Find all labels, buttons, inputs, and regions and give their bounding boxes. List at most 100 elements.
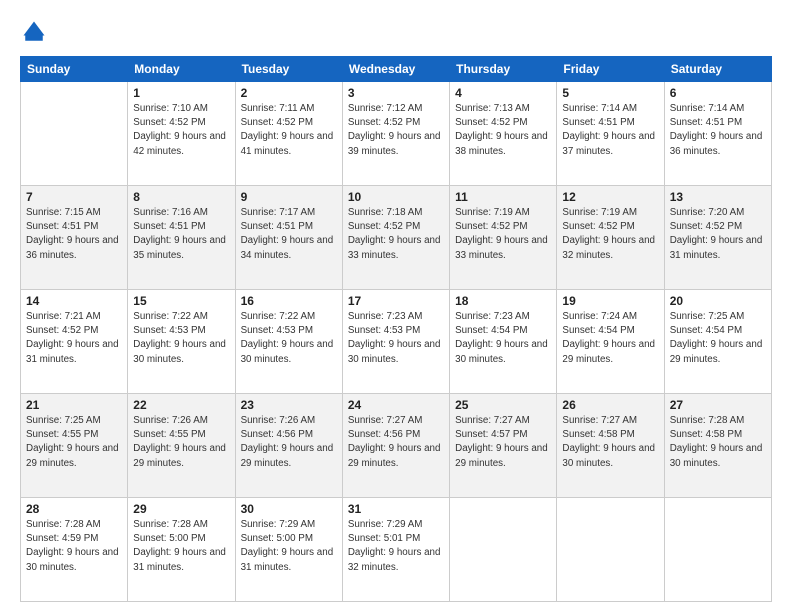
day-number: 8 [133,190,229,204]
calendar-cell: 5Sunrise: 7:14 AM Sunset: 4:51 PM Daylig… [557,82,664,186]
weekday-header-row: SundayMondayTuesdayWednesdayThursdayFrid… [21,57,772,82]
day-number: 16 [241,294,337,308]
calendar-cell: 22 Sunrise: 7:26 AM Sunset: 4:55 PM Dayli… [128,394,235,498]
calendar-cell: 31 Sunrise: 7:29 AM Sunset: 5:01 PM Dayli… [342,498,449,602]
calendar-cell: 1Sunrise: 7:10 AM Sunset: 4:52 PM Daylig… [128,82,235,186]
day-info: Sunrise: 7:28 AM Sunset: 5:00 PM Dayligh… [133,518,229,575]
calendar-cell: 19 Sunrise: 7:24 AM Sunset: 4:54 PM Dayli… [557,290,664,394]
day-number: 30 [241,502,337,516]
calendar-cell: 28 Sunrise: 7:28 AM Sunset: 4:59 PM Dayli… [21,498,128,602]
weekday-header-wednesday: Wednesday [342,57,449,82]
calendar-cell [664,498,771,602]
day-info: Sunrise: 7:23 AM Sunset: 4:54 PM Dayligh… [455,310,551,367]
calendar-cell: 30 Sunrise: 7:29 AM Sunset: 5:00 PM Dayli… [235,498,342,602]
day-number: 11 [455,190,551,204]
day-info: Sunrise: 7:26 AM Sunset: 4:56 PM Dayligh… [241,414,337,471]
day-info: Sunrise: 7:18 AM Sunset: 4:52 PM Dayligh… [348,206,444,263]
day-info: Sunrise: 7:19 AM Sunset: 4:52 PM Dayligh… [455,206,551,263]
day-number: 20 [670,294,766,308]
calendar-cell [21,82,128,186]
calendar-cell: 2 Sunrise: 7:11 AM Sunset: 4:52 PM Daylig… [235,82,342,186]
calendar-cell: 3 Sunrise: 7:12 AM Sunset: 4:52 PM Daylig… [342,82,449,186]
day-info: Sunrise: 7:27 AM Sunset: 4:57 PM Dayligh… [455,414,551,471]
day-info: Sunrise: 7:24 AM Sunset: 4:54 PM Dayligh… [562,310,658,367]
day-info: Sunrise: 7:10 AM Sunset: 4:52 PM Dayligh… [133,102,229,159]
weekday-header-monday: Monday [128,57,235,82]
calendar-cell: 25 Sunrise: 7:27 AM Sunset: 4:57 PM Dayli… [450,394,557,498]
day-info: Sunrise: 7:11 AM Sunset: 4:52 PM Dayligh… [241,102,337,159]
day-info: Sunrise: 7:22 AM Sunset: 4:53 PM Dayligh… [241,310,337,367]
calendar-cell: 18Sunrise: 7:23 AM Sunset: 4:54 PM Dayli… [450,290,557,394]
day-info: Sunrise: 7:19 AM Sunset: 4:52 PM Dayligh… [562,206,658,263]
day-number: 25 [455,398,551,412]
day-number: 2 [241,86,337,100]
day-number: 31 [348,502,444,516]
day-number: 22 [133,398,229,412]
day-number: 3 [348,86,444,100]
day-number: 29 [133,502,229,516]
day-info: Sunrise: 7:14 AM Sunset: 4:51 PM Dayligh… [670,102,766,159]
header [20,18,772,46]
calendar-cell: 10 Sunrise: 7:18 AM Sunset: 4:52 PM Dayli… [342,186,449,290]
calendar-cell [450,498,557,602]
calendar-week-5: 28 Sunrise: 7:28 AM Sunset: 4:59 PM Dayli… [21,498,772,602]
weekday-header-tuesday: Tuesday [235,57,342,82]
calendar-cell: 8 Sunrise: 7:16 AM Sunset: 4:51 PM Daylig… [128,186,235,290]
day-number: 12 [562,190,658,204]
calendar-cell: 15Sunrise: 7:22 AM Sunset: 4:53 PM Dayli… [128,290,235,394]
calendar-cell: 29 Sunrise: 7:28 AM Sunset: 5:00 PM Dayli… [128,498,235,602]
day-info: Sunrise: 7:20 AM Sunset: 4:52 PM Dayligh… [670,206,766,263]
weekday-header-saturday: Saturday [664,57,771,82]
day-number: 26 [562,398,658,412]
calendar-week-1: 1Sunrise: 7:10 AM Sunset: 4:52 PM Daylig… [21,82,772,186]
weekday-header-friday: Friday [557,57,664,82]
calendar-cell: 23 Sunrise: 7:26 AM Sunset: 4:56 PM Dayli… [235,394,342,498]
day-info: Sunrise: 7:14 AM Sunset: 4:51 PM Dayligh… [562,102,658,159]
calendar-cell: 21Sunrise: 7:25 AM Sunset: 4:55 PM Dayli… [21,394,128,498]
logo-icon [20,18,48,46]
day-info: Sunrise: 7:26 AM Sunset: 4:55 PM Dayligh… [133,414,229,471]
day-info: Sunrise: 7:23 AM Sunset: 4:53 PM Dayligh… [348,310,444,367]
day-info: Sunrise: 7:16 AM Sunset: 4:51 PM Dayligh… [133,206,229,263]
calendar-cell: 24 Sunrise: 7:27 AM Sunset: 4:56 PM Dayli… [342,394,449,498]
day-info: Sunrise: 7:15 AM Sunset: 4:51 PM Dayligh… [26,206,122,263]
logo [20,18,52,46]
calendar-cell: 13 Sunrise: 7:20 AM Sunset: 4:52 PM Dayli… [664,186,771,290]
calendar-cell: 9 Sunrise: 7:17 AM Sunset: 4:51 PM Daylig… [235,186,342,290]
day-number: 24 [348,398,444,412]
day-number: 10 [348,190,444,204]
day-info: Sunrise: 7:17 AM Sunset: 4:51 PM Dayligh… [241,206,337,263]
day-info: Sunrise: 7:27 AM Sunset: 4:58 PM Dayligh… [562,414,658,471]
calendar-cell: 27Sunrise: 7:28 AM Sunset: 4:58 PM Dayli… [664,394,771,498]
calendar-cell: 20Sunrise: 7:25 AM Sunset: 4:54 PM Dayli… [664,290,771,394]
day-number: 23 [241,398,337,412]
day-info: Sunrise: 7:29 AM Sunset: 5:00 PM Dayligh… [241,518,337,575]
day-number: 17 [348,294,444,308]
calendar-cell: 26 Sunrise: 7:27 AM Sunset: 4:58 PM Dayli… [557,394,664,498]
day-info: Sunrise: 7:27 AM Sunset: 4:56 PM Dayligh… [348,414,444,471]
calendar-cell: 14Sunrise: 7:21 AM Sunset: 4:52 PM Dayli… [21,290,128,394]
day-number: 4 [455,86,551,100]
day-number: 14 [26,294,122,308]
day-number: 7 [26,190,122,204]
weekday-header-sunday: Sunday [21,57,128,82]
day-info: Sunrise: 7:12 AM Sunset: 4:52 PM Dayligh… [348,102,444,159]
calendar-cell: 17 Sunrise: 7:23 AM Sunset: 4:53 PM Dayli… [342,290,449,394]
day-number: 9 [241,190,337,204]
day-number: 19 [562,294,658,308]
day-info: Sunrise: 7:29 AM Sunset: 5:01 PM Dayligh… [348,518,444,575]
day-number: 27 [670,398,766,412]
page: SundayMondayTuesdayWednesdayThursdayFrid… [0,0,792,612]
calendar-cell [557,498,664,602]
day-number: 15 [133,294,229,308]
calendar-cell: 16 Sunrise: 7:22 AM Sunset: 4:53 PM Dayli… [235,290,342,394]
day-info: Sunrise: 7:25 AM Sunset: 4:55 PM Dayligh… [26,414,122,471]
day-number: 28 [26,502,122,516]
calendar-cell: 6Sunrise: 7:14 AM Sunset: 4:51 PM Daylig… [664,82,771,186]
day-info: Sunrise: 7:28 AM Sunset: 4:59 PM Dayligh… [26,518,122,575]
calendar-cell: 7 Sunrise: 7:15 AM Sunset: 4:51 PM Daylig… [21,186,128,290]
day-number: 13 [670,190,766,204]
calendar-cell: 12 Sunrise: 7:19 AM Sunset: 4:52 PM Dayli… [557,186,664,290]
calendar-cell: 11 Sunrise: 7:19 AM Sunset: 4:52 PM Dayli… [450,186,557,290]
calendar-cell: 4Sunrise: 7:13 AM Sunset: 4:52 PM Daylig… [450,82,557,186]
